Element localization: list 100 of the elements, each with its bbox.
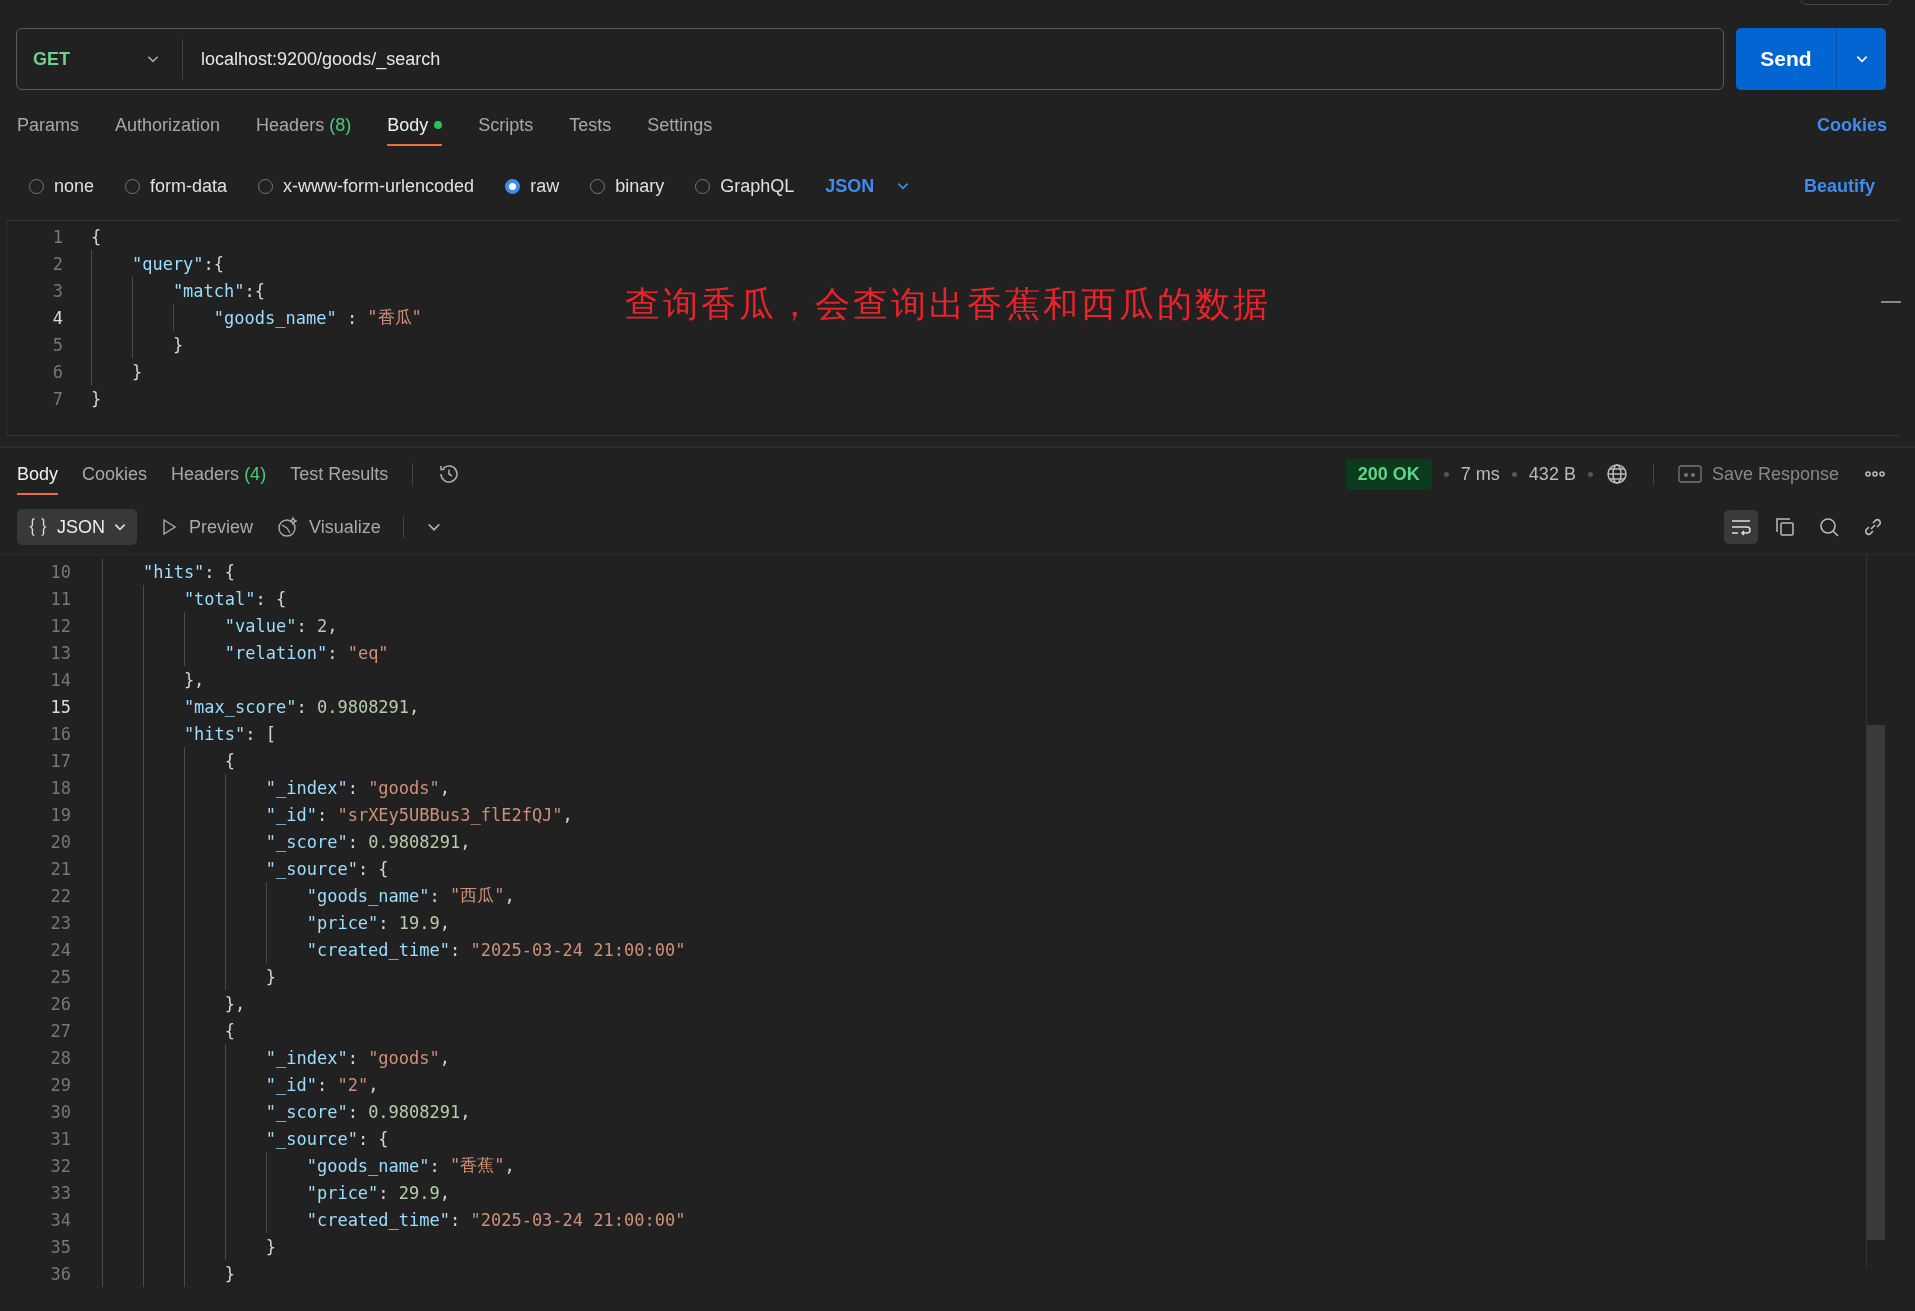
code-line: "_index": "goods",	[102, 774, 451, 801]
code-line: "_score": 0.9808291,	[102, 1098, 471, 1125]
line-number: 27	[49, 1020, 71, 1041]
line-number: 13	[49, 642, 71, 663]
save-response-button[interactable]: Save Response	[1677, 463, 1839, 485]
globe-icon[interactable]	[1604, 462, 1629, 486]
code-line: "created_time": "2025-03-24 21:00:00"	[102, 1206, 686, 1233]
code-line: "price": 19.9,	[102, 909, 451, 936]
line-number: 30	[49, 1101, 71, 1122]
request-tab[interactable]: Headers (8)	[256, 104, 352, 146]
visualize-button[interactable]: Visualize	[275, 515, 381, 539]
line-number: 33	[49, 1182, 71, 1203]
code-line: "_index": "goods",	[102, 1044, 451, 1071]
line-number: 20	[49, 831, 71, 852]
line-number: 7	[51, 388, 63, 409]
request-tab[interactable]: Authorization	[115, 104, 221, 146]
code-line: "max_score": 0.9808291,	[102, 693, 420, 720]
body-type-radio[interactable]: GraphQL	[695, 175, 795, 197]
code-line: "query":{	[91, 250, 225, 277]
request-tab[interactable]: Scripts	[478, 104, 534, 146]
code-line: }	[102, 963, 276, 990]
code-line: "_id": "srXEy5UBBus3_flE2fQJ",	[102, 801, 573, 828]
cookies-link[interactable]: Cookies	[1816, 114, 1887, 136]
line-number: 17	[49, 750, 71, 771]
request-tab[interactable]: Settings	[647, 104, 713, 146]
line-number: 1	[51, 226, 63, 247]
line-number: 10	[49, 561, 71, 582]
code-line: "goods_name": "香蕉",	[102, 1152, 515, 1179]
code-line: }	[91, 387, 102, 411]
code-line: "goods_name": "西瓜",	[102, 882, 515, 909]
method-dropdown[interactable]: GET	[17, 39, 183, 79]
request-tab[interactable]: Tests	[569, 104, 612, 146]
code-line: "_source": {	[102, 1125, 389, 1152]
line-number: 3	[51, 280, 63, 301]
code-line: {	[91, 225, 102, 249]
code-line: "hits": {	[102, 558, 236, 585]
code-line: "_id": "2",	[102, 1071, 379, 1098]
braces-icon	[27, 516, 49, 538]
line-number: 32	[49, 1155, 71, 1176]
code-line: "total": {	[102, 585, 287, 612]
response-size: 432 B	[1528, 463, 1576, 485]
response-tab[interactable]: Cookies	[82, 453, 148, 495]
code-line: {	[102, 747, 236, 774]
beautify-link[interactable]: Beautify	[1804, 175, 1875, 197]
send-button[interactable]: Send	[1736, 28, 1836, 90]
code-line: "created_time": "2025-03-24 21:00:00"	[102, 936, 686, 963]
format-dropdown[interactable]: JSON	[825, 175, 911, 197]
code-line: }	[102, 1260, 236, 1287]
line-number: 36	[49, 1263, 71, 1284]
code-line: }	[91, 331, 184, 358]
code-line: }	[102, 1233, 276, 1260]
body-type-radio[interactable]: none	[29, 175, 95, 197]
line-number: 14	[49, 669, 71, 690]
line-number: 15	[49, 696, 71, 717]
line-number: 6	[51, 361, 63, 382]
wrap-lines-icon[interactable]	[1724, 510, 1758, 544]
request-tab[interactable]: Body	[387, 104, 443, 146]
chart-sparkle-icon	[275, 515, 300, 539]
code-line: "goods_name" : "香瓜"	[91, 304, 422, 331]
request-tab[interactable]: Params	[17, 104, 79, 146]
line-number: 24	[49, 939, 71, 960]
code-line: "match":{	[91, 277, 265, 304]
line-number: 21	[49, 858, 71, 879]
line-number: 35	[49, 1236, 71, 1257]
response-tab[interactable]: Headers (4)	[171, 453, 267, 495]
response-tab[interactable]: Body	[17, 453, 59, 495]
view-mode-dropdown[interactable]: JSON	[17, 509, 137, 545]
line-number: 2	[51, 253, 63, 274]
code-line: "relation": "eq"	[102, 639, 389, 666]
code-line: "_score": 0.9808291,	[102, 828, 471, 855]
response-time: 7 ms	[1460, 463, 1500, 485]
body-type-radio[interactable]: x-www-form-urlencoded	[258, 175, 475, 197]
scroll-marker	[1881, 301, 1901, 303]
code-line: },	[102, 990, 246, 1017]
url-field[interactable]: localhost:9200/goods/_search	[201, 48, 1723, 70]
preview-button[interactable]: Preview	[159, 516, 254, 538]
body-type-radio[interactable]: form-data	[125, 175, 228, 197]
body-type-radio[interactable]: binary	[590, 175, 665, 197]
line-number: 12	[49, 615, 71, 636]
line-number: 5	[51, 334, 63, 355]
annotation-text: 查询香瓜，会查询出香蕉和西瓜的数据	[625, 283, 1271, 326]
code-line: "_source": {	[102, 855, 389, 882]
line-number: 23	[49, 912, 71, 933]
body-type-radio[interactable]: raw	[505, 175, 560, 197]
line-number: 4	[51, 307, 63, 328]
code-line: "hits": [	[102, 720, 276, 747]
code-line: "price": 29.9,	[102, 1179, 451, 1206]
line-number: 19	[49, 804, 71, 825]
line-number: 11	[49, 588, 71, 609]
example-icon	[1677, 465, 1702, 483]
response-tab[interactable]: Test Results	[290, 453, 389, 495]
url-bar[interactable]: GET localhost:9200/goods/_search	[16, 28, 1724, 90]
line-number: 22	[49, 885, 71, 906]
request-editor[interactable]: 1 { 2 "query":{ 3 "match":{ 4 "goods_name" : "香瓜" 5 } 6 } 7 } 查询香瓜，会查询出香蕉和西瓜的数据	[6, 220, 1901, 436]
scrollbar-thumb[interactable]	[1867, 725, 1885, 1240]
line-number: 31	[49, 1128, 71, 1149]
line-number: 29	[49, 1074, 71, 1095]
line-number: 25	[49, 966, 71, 987]
code-line: },	[102, 666, 205, 693]
code-line: }	[91, 358, 143, 385]
